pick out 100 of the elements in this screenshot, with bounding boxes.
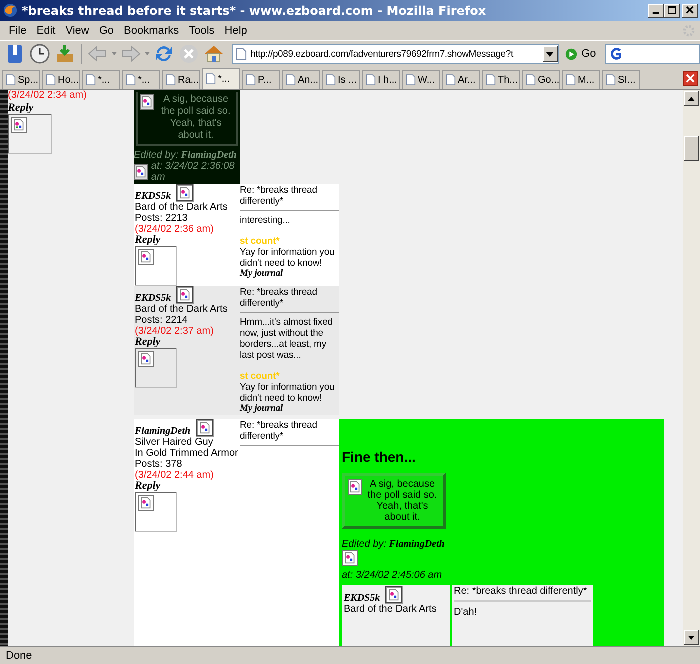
user-title: In Gold Trimmed Armor [135,448,239,459]
journal-link[interactable]: My journal [240,404,339,415]
play-icon [564,48,578,60]
close-tab-button[interactable] [683,71,698,86]
browser-tab[interactable]: *... [122,70,160,89]
globe-icon [3,3,18,18]
author-name[interactable]: EKDS5k [135,191,172,202]
page-icon [246,74,256,86]
browser-tab[interactable]: Is ... [322,70,360,89]
status-text: Done [6,650,32,662]
browser-tab[interactable]: W... [402,70,440,89]
menu-item[interactable]: File [4,24,32,36]
search-field[interactable] [605,44,700,64]
minimize-button[interactable] [648,4,664,18]
browser-tab[interactable]: *... [82,70,120,89]
broken-image-icon [138,249,154,265]
edited-label: Edited by: [342,539,386,550]
menu-item[interactable]: View [60,24,94,36]
maximize-button[interactable] [664,4,680,18]
broken-image-icon [140,94,154,110]
close-button[interactable] [682,4,698,18]
page-icon [206,73,216,85]
broken-image-icon [342,550,358,566]
reply-link[interactable]: Reply [8,102,134,114]
post-subject: Re: *breaks thread differently* [454,586,591,602]
broken-image-icon [138,495,154,511]
signature-text: A sig, because the poll said so. Yeah, that's about it. [366,479,438,523]
post-date: (3/24/02 2:36 am) [135,224,215,235]
browser-tab[interactable]: Th... [482,70,520,89]
page-icon [566,74,576,86]
menu-item[interactable]: Help [220,24,252,36]
post-subject: Re: *breaks thread differently* [240,287,339,313]
maximize-icon [668,6,676,15]
editor-name: FlamingDeth [181,150,237,161]
post-date: (3/24/02 2:37 am) [135,326,215,337]
browser-tab[interactable]: Ho... [42,70,80,89]
author-name[interactable]: FlamingDeth [135,426,191,437]
signature-text: A sig, because the poll said so. Yeah, that's about it. [160,94,232,142]
page-icon [606,74,616,86]
history-button[interactable] [29,42,51,66]
browser-tab[interactable]: Ra... [162,70,200,89]
author-name[interactable]: EKDS5k [344,593,380,604]
broken-image-icon [134,164,148,180]
menu-item[interactable]: Go [94,24,120,36]
address-field[interactable]: http://p089.ezboard.com/fadventurers79692frm7.showMessage?t [232,44,559,64]
broken-image-icon [138,351,154,367]
window-title: *breaks thread before it starts* - www.ezboard.com - Mozilla Firefox [22,4,488,18]
post-date: (3/24/02 2:44 am) [135,470,215,481]
page-icon [326,74,336,86]
scroll-thumb[interactable] [684,136,699,161]
browser-tab[interactable]: P... [242,70,280,89]
author-name[interactable]: EKDS5k [135,293,172,304]
page-icon [286,74,296,86]
go-button[interactable]: Go [562,48,600,60]
browser-tab[interactable]: *... [202,68,240,89]
page-icon [6,74,16,86]
browser-tab[interactable]: SI... [602,70,640,89]
caret-icon [546,52,554,56]
post-body: D'ah! [454,607,478,618]
post-count: Posts: 2213 [135,213,189,224]
post-count: Posts: 2214 [135,315,189,326]
reply-link[interactable]: Reply [135,337,239,348]
edit-time: at: 3/24/02 2:36:08 am [151,161,236,183]
edited-label: Edited by: [134,150,178,161]
post-count: Posts: 378 [135,459,184,470]
reply-link[interactable]: Reply [135,481,239,492]
scrollbar[interactable] [683,90,700,646]
post-subject: Re: *breaks thread differently* [240,185,339,211]
signature-heading: st count* [240,236,281,247]
post-date: (3/24/02 2:34 am) [8,90,88,102]
page-icon [526,74,536,86]
browser-tab[interactable]: Ar... [442,70,480,89]
edit-time: at: 3/24/02 2:45:06 am [342,569,442,583]
signature-text: Yay for information you didn't need to know! [240,382,336,404]
browser-tab[interactable]: An... [282,70,320,89]
throbber-icon [682,24,696,38]
signature-text: Yay for information you didn't need to know! [240,247,336,269]
browser-tab[interactable]: Sp... [2,70,40,89]
page-icon [406,74,416,86]
down-arrow-icon [688,636,695,640]
page-icon [236,48,247,60]
journal-link[interactable]: My journal [240,269,339,280]
user-title: Bard of the Dark Arts [135,202,229,213]
page-icon [86,74,96,86]
browser-tab[interactable]: I h... [362,70,400,89]
close-icon [686,74,695,83]
browser-tab[interactable]: Go... [522,70,560,89]
broken-image-icon [385,586,404,604]
page-icon [126,74,136,86]
post-body: interesting... [240,215,292,226]
scroll-down-button[interactable] [684,630,699,645]
reply-link[interactable]: Reply [135,235,239,246]
menu-item[interactable]: Edit [32,24,61,36]
menu-item[interactable]: Bookmarks [119,24,184,36]
scroll-up-button[interactable] [684,91,699,106]
broken-image-icon [11,117,27,133]
page-icon [366,74,376,86]
menu-item[interactable]: Tools [184,24,220,36]
url-dropdown-button[interactable] [542,46,558,62]
browser-tab[interactable]: M... [562,70,600,89]
